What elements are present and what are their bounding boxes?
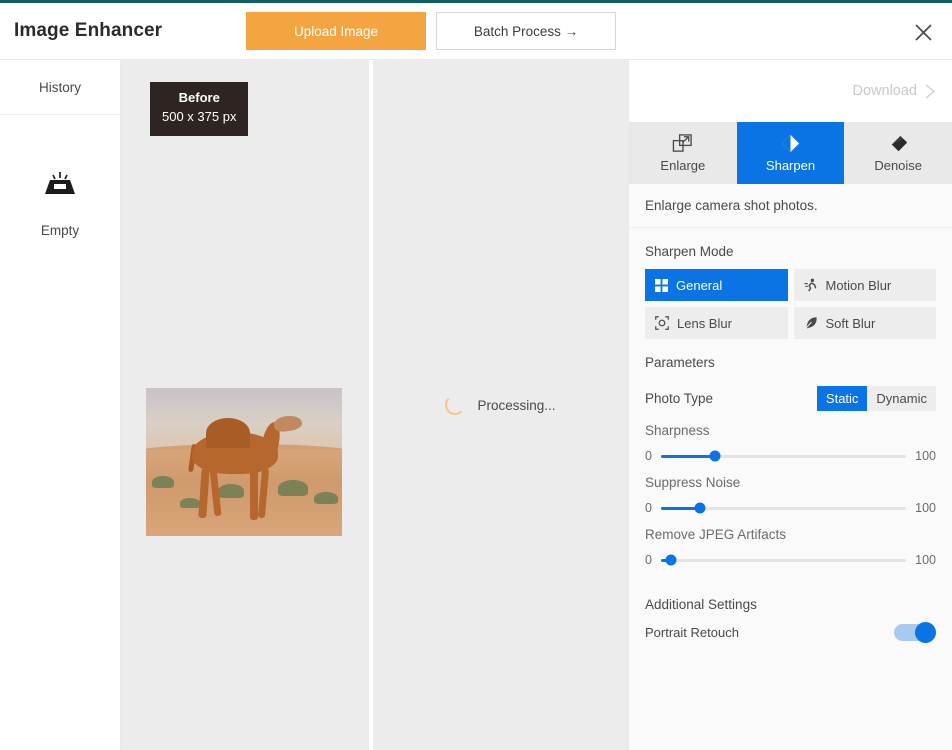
toggle-knob [915,622,936,643]
processing-label: Processing... [477,398,555,413]
expand-arrows-icon [672,133,693,154]
panel-top-bar: Download [629,60,952,122]
focus-bracket-icon [655,316,669,330]
sidebar-header: History [0,60,120,115]
upload-image-button[interactable]: Upload Image [246,12,426,50]
tab-enlarge[interactable]: Enlarge [629,122,737,184]
main-body: History Empty Before 500 x 375 px [0,60,952,750]
slider-remove-jpeg-artifacts-track[interactable] [661,559,906,562]
slider-suppress-noise-max: 100 [915,501,936,515]
slider-sharpness-row: 0 100 [645,449,936,463]
photo-type-dynamic-option[interactable]: Dynamic [867,386,936,411]
camel-hump [206,418,250,448]
settings-panel: Download Enlarge [628,60,952,750]
slider-sharpness-label: Sharpness [645,423,936,438]
tab-sharpen[interactable]: Sharpen [737,122,845,184]
photo-type-static-option[interactable]: Static [817,386,868,411]
eraser-icon [888,133,909,154]
slider-sharpness-min: 0 [645,449,652,463]
grid-squares-icon [655,279,668,292]
chevron-right-icon [923,82,938,101]
history-empty-state: Empty [0,167,120,238]
camel-leg [250,468,258,520]
photo-scrub [180,498,200,508]
slider-sharpness-thumb[interactable] [709,451,720,462]
tab-denoise[interactable]: Denoise [844,122,952,184]
download-label: Download [853,83,918,99]
mode-motion-blur[interactable]: Motion Blur [794,269,937,301]
header-actions: Upload Image Batch Process → [246,12,616,50]
close-button[interactable] [908,17,938,47]
app-header: Image Enhancer Upload Image Batch Proces… [0,3,952,60]
photo-scrub [278,480,308,496]
mode-soft-blur[interactable]: Soft Blur [794,307,937,339]
tab-sharpen-label: Sharpen [766,158,815,173]
tab-enlarge-label: Enlarge [660,158,705,173]
feather-icon [804,316,818,330]
enhance-mode-tabs: Enlarge Sharpen Denoise [629,122,952,184]
history-empty-label: Empty [41,223,79,238]
slider-sharpness-track[interactable] [661,455,906,458]
slider-remove-jpeg-artifacts-row: 0 100 [645,553,936,567]
mode-motion-blur-label: Motion Blur [826,278,892,293]
portrait-retouch-toggle[interactable] [894,624,936,641]
slider-suppress-noise-row: 0 100 [645,501,936,515]
running-person-icon [804,278,818,292]
slider-remove-jpeg-artifacts-max: 100 [915,553,936,567]
mode-general[interactable]: General [645,269,788,301]
slider-remove-jpeg-artifacts-thumb[interactable] [665,555,676,566]
photo-scrub [218,484,244,498]
photo-scrub [314,492,338,504]
before-size-badge: Before 500 x 375 px [150,82,248,136]
tab-denoise-label: Denoise [874,158,922,173]
page-title: Image Enhancer [14,20,246,42]
photo-scrub [152,476,174,488]
photo-type-row: Photo Type Static Dynamic [629,380,952,411]
slider-suppress-noise-track[interactable] [661,507,906,510]
before-preview-pane[interactable]: Before 500 x 375 px [121,60,369,750]
mode-soft-blur-label: Soft Blur [826,316,876,331]
slider-suppress-noise-label: Suppress Noise [645,475,936,490]
photo-type-label: Photo Type [645,391,713,406]
diamond-gem-icon [780,133,801,154]
inbox-tray-icon [42,167,78,197]
download-button[interactable]: Download [853,82,939,101]
slider-sharpness-max: 100 [915,449,936,463]
portrait-retouch-row: Portrait Retouch [629,624,952,641]
mode-hint-text: Enlarge camera shot photos. [629,184,952,228]
slider-suppress-noise: Suppress Noise 0 100 [629,463,952,515]
sharpen-mode-title: Sharpen Mode [629,228,952,269]
additional-settings-title: Additional Settings [629,567,952,624]
mode-lens-blur[interactable]: Lens Blur [645,307,788,339]
parameters-title: Parameters [629,339,952,380]
slider-suppress-noise-thumb[interactable] [695,503,706,514]
mode-general-label: General [676,278,722,293]
slider-remove-jpeg-artifacts: Remove JPEG Artifacts 0 100 [629,515,952,567]
mode-lens-blur-label: Lens Blur [677,316,732,331]
before-badge-title: Before [162,89,236,108]
image-enhancer-window: Image Enhancer Upload Image Batch Proces… [0,0,952,750]
processing-indicator: Processing... [445,395,555,415]
sharpen-mode-grid: General Motion Blur [629,269,952,339]
batch-process-button[interactable]: Batch Process → [436,12,616,50]
slider-suppress-noise-min: 0 [645,501,652,515]
after-preview-pane[interactable]: Processing... [373,60,628,750]
slider-remove-jpeg-artifacts-min: 0 [645,553,652,567]
portrait-retouch-label: Portrait Retouch [645,625,739,640]
source-image-camel [146,388,342,536]
photo-type-segmented-control: Static Dynamic [817,386,936,411]
before-badge-size: 500 x 375 px [162,108,236,127]
history-sidebar: History Empty [0,60,121,750]
close-icon [914,23,933,42]
slider-remove-jpeg-artifacts-label: Remove JPEG Artifacts [645,527,936,542]
slider-sharpness: Sharpness 0 100 [629,411,952,463]
loading-spinner-icon [445,395,465,415]
slider-sharpness-fill [661,455,715,458]
